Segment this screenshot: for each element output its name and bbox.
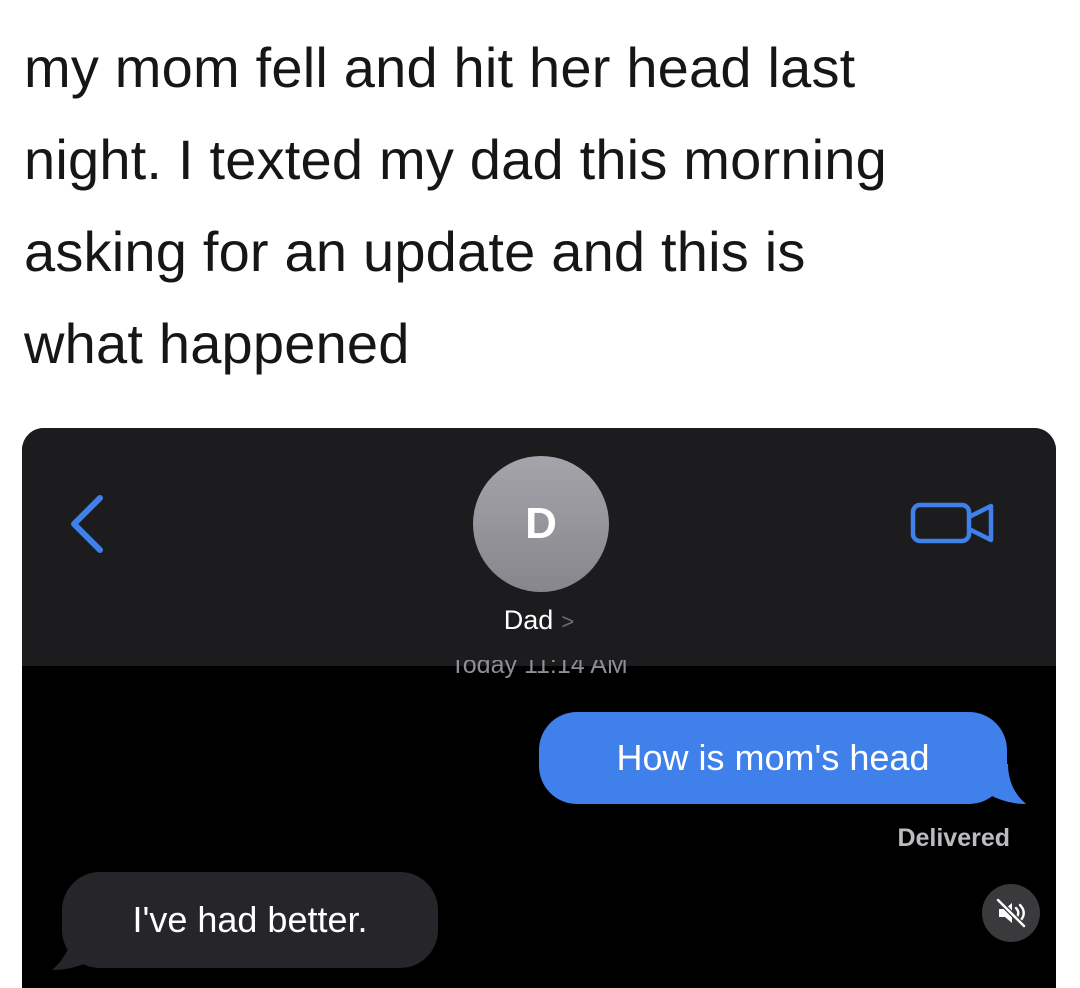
contact-name: Dad xyxy=(503,605,554,635)
sent-message-bubble[interactable]: How is mom's head xyxy=(539,712,1007,804)
sent-message-text: How is mom's head xyxy=(616,737,930,778)
message-timestamp: Today 11:14 AM xyxy=(22,660,1056,678)
avatar-initial: D xyxy=(525,499,557,548)
chevron-right-icon: > xyxy=(561,609,575,634)
messages-screenshot: D Dad > Today 11:14 AM How is mom's head … xyxy=(22,428,1056,988)
caption-line: asking for an update and this is xyxy=(24,220,806,283)
facetime-button[interactable] xyxy=(909,498,999,548)
speaker-muted-icon xyxy=(995,897,1027,929)
received-message-text: I've had better. xyxy=(132,899,368,940)
contact-avatar[interactable]: D xyxy=(473,456,609,592)
back-button[interactable] xyxy=(60,488,120,558)
chevron-left-icon xyxy=(71,495,103,553)
caption-line: my mom fell and hit her head last xyxy=(24,36,856,99)
received-message-bubble[interactable]: I've had better. xyxy=(62,872,438,968)
caption-line: night. I texted my dad this morning xyxy=(24,128,887,191)
delivery-status: Delivered xyxy=(897,824,1010,852)
mute-button[interactable] xyxy=(982,884,1040,942)
caption-line: what happened xyxy=(24,312,410,375)
post-caption: my mom fell and hit her head last night.… xyxy=(24,22,1064,390)
timestamp-text: Today 11:14 AM xyxy=(450,660,628,678)
video-camera-icon xyxy=(910,502,994,544)
contact-name-button[interactable]: Dad > xyxy=(22,605,1056,636)
conversation-header: D Dad > xyxy=(22,428,1056,666)
